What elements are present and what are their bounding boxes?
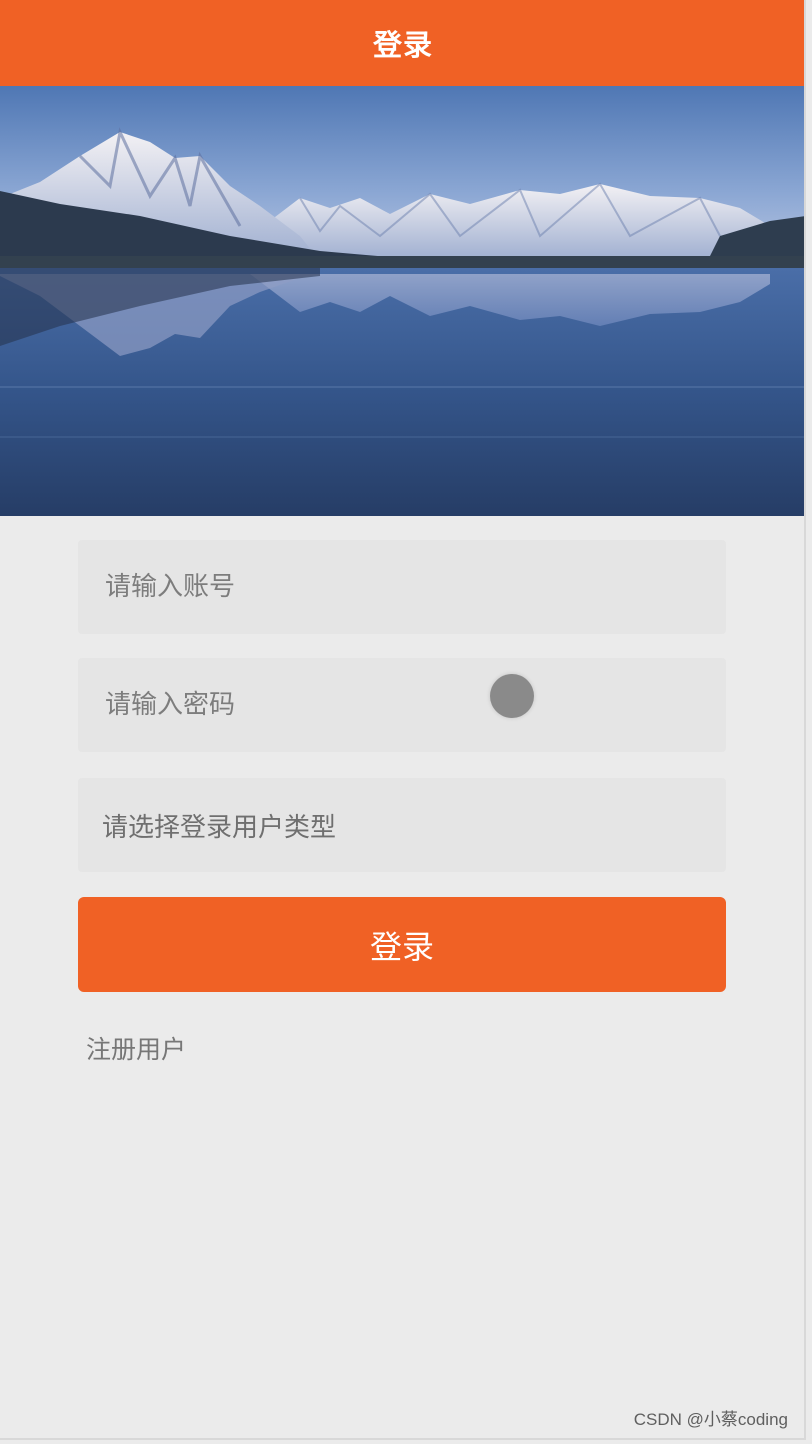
user-type-placeholder: 请选择登录用户类型 [102,812,337,843]
login-button[interactable]: 登录 [78,897,726,992]
account-field[interactable] [78,540,726,634]
touch-cursor-icon [490,674,534,718]
account-input[interactable] [78,540,726,634]
page-title: 登录 [372,28,433,62]
watermark: CSDN @小蔡coding [633,1410,788,1429]
password-field[interactable] [78,658,726,752]
password-input[interactable] [78,658,726,752]
hero-image [0,86,804,516]
top-bar: 登录 [0,0,804,86]
register-link[interactable]: 注册用户 [86,1030,186,1066]
app-screen: 登录 请输入账号 请选择登录用户类型 登录 注册用户 CSDN @小蔡codin… [0,0,806,1440]
user-type-select[interactable]: 请选择登录用户类型 [78,778,726,872]
